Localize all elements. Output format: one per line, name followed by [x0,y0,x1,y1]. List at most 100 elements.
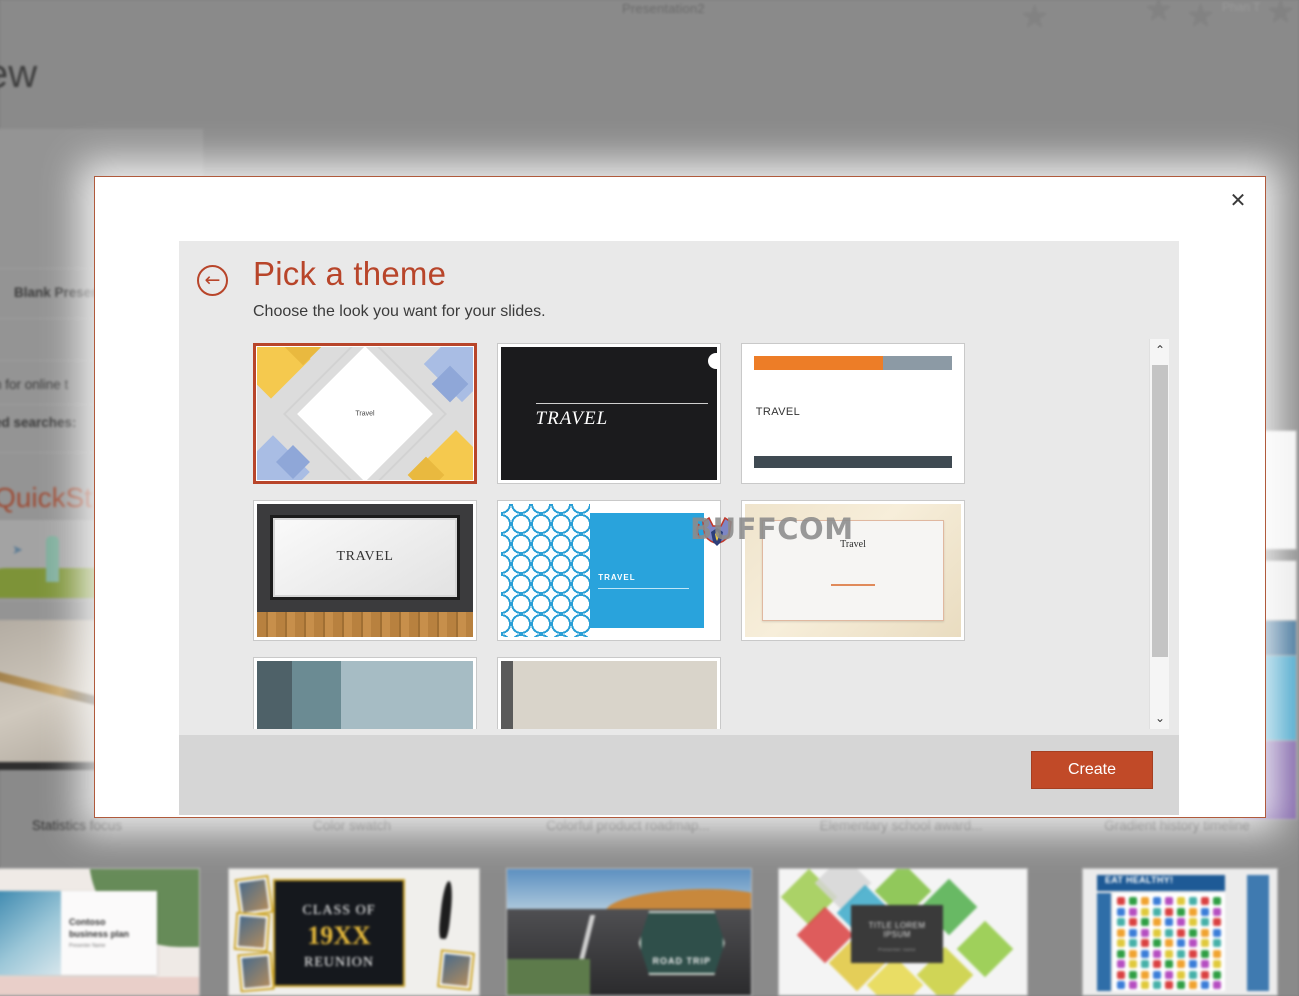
grid-cell [1153,949,1161,958]
grid-cell [1189,928,1197,937]
grid-cell [1129,981,1137,989]
grid-cell [1141,907,1149,916]
grid-cell [1165,981,1173,989]
grid-cell [1117,907,1125,916]
theme-label: Travel [355,410,375,417]
grid-cell [1153,897,1161,905]
grid-cell [1201,897,1209,905]
grid-cell [1129,960,1137,968]
theme-cell [497,657,741,729]
create-button[interactable]: Create [1031,751,1153,789]
search-online-templates-label[interactable]: h for online t [0,377,68,392]
grid-cell [1201,928,1209,937]
theme-option-facet-diamond[interactable]: Travel [253,343,477,484]
theme-option-parchment-cream[interactable]: Travel [741,500,965,641]
back-arrow-icon[interactable]: ← [197,265,228,296]
template-subtitle: Presenter name [878,947,916,952]
grid-cell [1189,970,1197,979]
grid-cell [1165,928,1173,937]
template-line-2: 19XX [307,921,371,950]
grid-cell [1153,960,1161,968]
grid-cell [1201,970,1209,979]
grid-cell [1165,897,1173,905]
grid-cell [1177,981,1185,989]
template-thumbnail-road-trip[interactable]: ROAD TRIP [506,868,752,996]
template-label: Color swatch [312,818,392,833]
page-subtitle: Choose the look you want for your slides… [253,303,546,320]
theme-option-gallery-frame[interactable]: TRAVEL [253,500,477,641]
template-thumbnail-eat-healthy[interactable]: EAT HEALTHY! [1082,868,1278,996]
pick-a-theme-dialog: ✕ ← Pick a theme Choose the look you wan… [94,176,1266,818]
grid-cell [1153,939,1161,947]
theme-thumbnail: TRAVEL [257,504,473,637]
theme-label: TRAVEL [535,408,609,430]
template-label: Colorful product roadmap... [546,818,710,833]
quickstarter-label[interactable]: QuickSt [0,482,92,514]
grid-cell [1141,928,1149,937]
template-thumbnail-contoso-business-plan[interactable]: Contoso business plan Presenter Name [0,868,200,996]
grid-cell [1117,970,1125,979]
suggested-searches-label: ed searches: [0,415,77,430]
template-thumbnail-lorem-ipsum[interactable]: TITLE LOREM IPSUM Presenter name [778,868,1028,996]
theme-gallery-scrollbar[interactable]: ⌃ ⌄ [1149,339,1169,729]
new-page-heading: ew [0,52,38,96]
scroll-up-icon[interactable]: ⌃ [1150,339,1170,361]
scrollbar-thumb[interactable] [1152,365,1168,657]
theme-thumbnail: TRAVEL [745,347,961,480]
grid-cell [1129,939,1137,947]
template-thumbnail-class-reunion[interactable]: CLASS OF 19XX REUNION [228,868,480,996]
theme-option-badge-orange[interactable]: TRAVEL [741,343,965,484]
grid-cell [1189,897,1197,905]
grid-cell [1177,897,1185,905]
grid-cell [1117,939,1125,947]
grid-cell [1165,918,1173,926]
page-title: Pick a theme [253,255,447,292]
grid-cell [1117,897,1125,905]
dialog-footer: Create [179,735,1179,815]
grid-cell [1177,918,1185,926]
grid-cell [1201,981,1209,989]
grid-cell [1177,970,1185,979]
blank-presentation-label[interactable]: Blank Presen [14,285,100,300]
theme-label: TRAVEL [336,549,394,565]
grid-cell [1201,918,1209,926]
grid-cell [1153,918,1161,926]
grid-cell [1141,939,1149,947]
theme-label: TRAVEL [598,573,636,583]
close-icon[interactable]: ✕ [1221,185,1255,215]
grid-cell [1213,981,1221,989]
theme-cell: TRAVEL [253,657,497,729]
grid-cell [1201,960,1209,968]
template-line-1: CLASS OF [302,903,376,918]
theme-cell: TRAVEL [497,500,741,657]
grid-cell [1153,970,1161,979]
grid-cell [1117,918,1125,926]
grid-cell [1165,949,1173,958]
theme-option-slate-bands[interactable]: TRAVEL [253,657,477,729]
grid-cell [1165,970,1173,979]
grid-cell [1129,907,1137,916]
scroll-down-icon[interactable]: ⌄ [1150,707,1170,729]
template-label: Elementary school award... [819,818,983,833]
grid-cell [1213,970,1221,979]
template-title: TITLE LOREM [868,921,926,930]
template-subtitle: Presenter Name [69,943,106,949]
grid-cell [1165,907,1173,916]
theme-grid: Travel TRAVEL TRAVEL TRAVEL TRAVEL Trave… [253,343,985,729]
grid-cell [1141,897,1149,905]
theme-thumbnail [501,661,717,729]
grid-cell [1201,939,1209,947]
theme-option-ion-boardroom[interactable]: TRAVEL [497,343,721,484]
template-title: Contoso [69,917,106,927]
theme-cell: TRAVEL [741,343,985,500]
theme-option-beige-minimal[interactable] [497,657,721,729]
template-label: Statistics focus [31,818,123,833]
template-title-2: business plan [69,929,130,939]
grid-cell [1189,981,1197,989]
grid-cell [1165,960,1173,968]
theme-label: Travel [840,538,866,550]
grid-cell [1141,960,1149,968]
theme-option-celestial-blue[interactable]: TRAVEL [497,500,721,641]
road-trip-badge: ROAD TRIP [638,911,725,975]
template-label: Gradient history timeline [1104,818,1250,833]
